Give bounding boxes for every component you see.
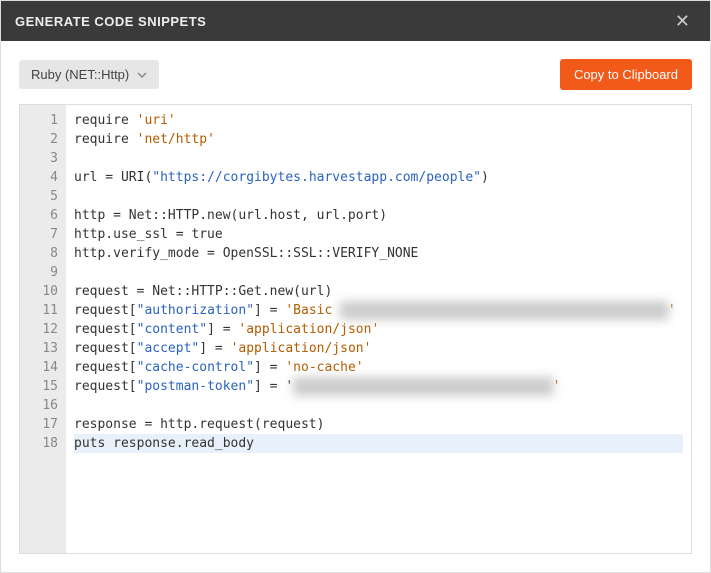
line-number: 11 [30,301,58,320]
line-number: 15 [30,377,58,396]
code-line: puts response.read_body [74,434,683,453]
line-number: 18 [30,434,58,453]
close-icon[interactable]: ✕ [669,7,696,36]
code-line: request["authorization"] = 'Basic ██████… [74,301,683,320]
line-number: 16 [30,396,58,415]
line-number: 2 [30,130,58,149]
code-line: response = http.request(request) [74,415,683,434]
code-line: request = Net::HTTP::Get.new(url) [74,282,683,301]
line-number: 7 [30,225,58,244]
line-number-gutter: 123456789101112131415161718 [20,105,66,553]
line-number: 3 [30,149,58,168]
line-number: 10 [30,282,58,301]
code-line: request["content"] = 'application/json' [74,320,683,339]
code-line [74,149,683,168]
code-line: http = Net::HTTP.new(url.host, url.port) [74,206,683,225]
line-number: 13 [30,339,58,358]
language-select-label: Ruby (NET::Http) [31,67,129,82]
code-line: http.verify_mode = OpenSSL::SSL::VERIFY_… [74,244,683,263]
modal-title: GENERATE CODE SNIPPETS [15,14,206,29]
line-number: 1 [30,111,58,130]
code-line [74,263,683,282]
code-line: http.use_ssl = true [74,225,683,244]
line-number: 17 [30,415,58,434]
line-number: 5 [30,187,58,206]
line-number: 14 [30,358,58,377]
code-content[interactable]: require 'uri'require 'net/http' url = URI… [66,105,691,553]
copy-to-clipboard-button[interactable]: Copy to Clipboard [560,59,692,90]
code-line: request["cache-control"] = 'no-cache' [74,358,683,377]
generate-code-modal: GENERATE CODE SNIPPETS ✕ Ruby (NET::Http… [0,0,711,573]
line-number: 6 [30,206,58,225]
code-line: require 'uri' [74,111,683,130]
code-line: request["accept"] = 'application/json' [74,339,683,358]
modal-toolbar: Ruby (NET::Http) Copy to Clipboard [1,41,710,104]
modal-header: GENERATE CODE SNIPPETS ✕ [1,1,710,41]
line-number: 9 [30,263,58,282]
code-line [74,396,683,415]
code-line [74,187,683,206]
code-line: request["postman-token"] = '████████████… [74,377,683,396]
chevron-down-icon [137,70,147,80]
language-select[interactable]: Ruby (NET::Http) [19,60,159,89]
line-number: 12 [30,320,58,339]
code-editor: 123456789101112131415161718 require 'uri… [19,104,692,554]
code-line: url = URI("https://corgibytes.harvestapp… [74,168,683,187]
line-number: 8 [30,244,58,263]
code-line: require 'net/http' [74,130,683,149]
line-number: 4 [30,168,58,187]
